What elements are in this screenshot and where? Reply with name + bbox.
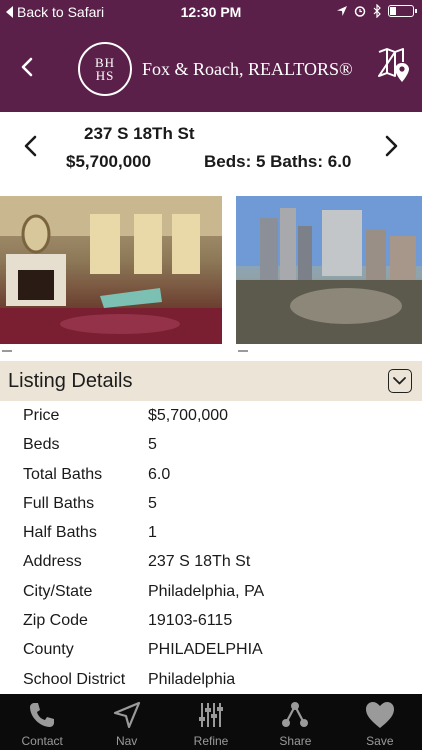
- detail-label: School District: [23, 670, 126, 688]
- listing-details-list: Price $5,700,000 Beds 5 Total Baths 6.0 …: [0, 401, 422, 694]
- living-room-illustration: [0, 196, 222, 344]
- detail-label: City/State: [23, 582, 93, 600]
- status-bar: Back to Safari 12:30 PM: [0, 0, 422, 24]
- detail-value: 19103-6115: [148, 612, 233, 630]
- collapse-button[interactable]: [388, 369, 412, 393]
- detail-row-price: Price $5,700,000: [0, 401, 422, 430]
- tab-bar: Contact Nav Refine Share Save: [0, 694, 422, 750]
- property-summary: 237 S 18Th St $5,700,000 Beds: 5 Baths: …: [0, 112, 422, 196]
- photo-indicator-1: [2, 350, 12, 352]
- app-header: BH HS Fox & Roach, REALTORS®: [0, 24, 422, 112]
- detail-label: Beds: [23, 436, 60, 454]
- detail-row-county: County PHILADELPHIA: [0, 635, 422, 664]
- detail-row-city-state: City/State Philadelphia, PA: [0, 577, 422, 606]
- city-view-photo[interactable]: [236, 196, 422, 344]
- brand-name: Fox & Roach, REALTORS®: [142, 58, 353, 79]
- detail-value: 237 S 18Th St: [148, 553, 251, 571]
- battery-icon: [388, 5, 417, 17]
- detail-row-half-baths: Half Baths 1: [0, 518, 422, 547]
- detail-label: County: [23, 641, 74, 659]
- detail-value: 1: [148, 524, 157, 542]
- detail-label: Address: [23, 553, 82, 571]
- phone-icon: [30, 703, 55, 727]
- property-price: $5,700,000: [66, 152, 152, 171]
- detail-label: Zip Code: [23, 612, 88, 630]
- detail-value: $5,700,000: [148, 407, 229, 424]
- status-icons: [336, 4, 417, 18]
- sliders-icon: [199, 703, 224, 727]
- brand: BH HS Fox & Roach, REALTORS®: [78, 42, 353, 96]
- tab-label: Share: [279, 734, 312, 748]
- detail-value: 5: [148, 494, 157, 512]
- tab-label: Contact: [21, 734, 63, 748]
- detail-row-total-baths: Total Baths 6.0: [0, 460, 422, 489]
- chevron-down-icon: [393, 377, 406, 385]
- heart-icon: [365, 702, 394, 728]
- detail-row-zip-code: Zip Code 19103-6115: [0, 606, 422, 635]
- living-room-photo[interactable]: [0, 196, 222, 344]
- section-title: Listing Details: [8, 370, 133, 392]
- tab-nav[interactable]: Nav: [84, 694, 168, 750]
- alarm-icon: [354, 6, 366, 17]
- detail-label: Price: [23, 407, 60, 424]
- detail-value: PHILADELPHIA: [148, 641, 263, 659]
- tab-save[interactable]: Save: [338, 694, 422, 750]
- tab-label: Save: [366, 734, 394, 748]
- detail-label: Half Baths: [23, 524, 97, 542]
- tab-label: Refine: [193, 734, 229, 748]
- previous-listing-icon[interactable]: [22, 134, 40, 158]
- logo-text-bottom: HS: [95, 68, 115, 83]
- share-icon: [282, 702, 309, 727]
- detail-label: Full Baths: [23, 494, 95, 512]
- navigation-icon: [113, 701, 140, 729]
- detail-value: Philadelphia: [148, 670, 236, 688]
- bluetooth-icon: [373, 4, 381, 18]
- detail-row-full-baths: Full Baths 5: [0, 489, 422, 518]
- bhhs-logo: BH HS: [78, 42, 132, 96]
- property-beds-baths: Beds: 5 Baths: 6.0: [204, 152, 352, 171]
- city-view-illustration: [236, 196, 422, 344]
- back-chevron-icon[interactable]: [18, 56, 36, 78]
- tab-share[interactable]: Share: [253, 694, 337, 750]
- next-listing-icon[interactable]: [382, 134, 400, 158]
- detail-value: 6.0: [148, 465, 171, 483]
- detail-label: Total Baths: [23, 465, 103, 483]
- property-address: 237 S 18Th St: [84, 124, 195, 143]
- photo-carousel[interactable]: [0, 196, 422, 360]
- detail-row-beds: Beds 5: [0, 430, 422, 459]
- tab-label: Nav: [115, 734, 138, 748]
- map-pin-icon[interactable]: [376, 46, 412, 86]
- detail-row-school-district: School District Philadelphia: [0, 665, 422, 694]
- listing-details-header[interactable]: Listing Details: [0, 361, 422, 401]
- location-arrow-icon: [337, 6, 347, 16]
- detail-row-address: Address 237 S 18Th St: [0, 547, 422, 576]
- detail-value: 5: [148, 436, 157, 454]
- detail-value: Philadelphia, PA: [148, 582, 265, 600]
- tab-refine[interactable]: Refine: [169, 694, 253, 750]
- photo-indicator-2: [238, 350, 248, 352]
- tab-contact[interactable]: Contact: [0, 694, 84, 750]
